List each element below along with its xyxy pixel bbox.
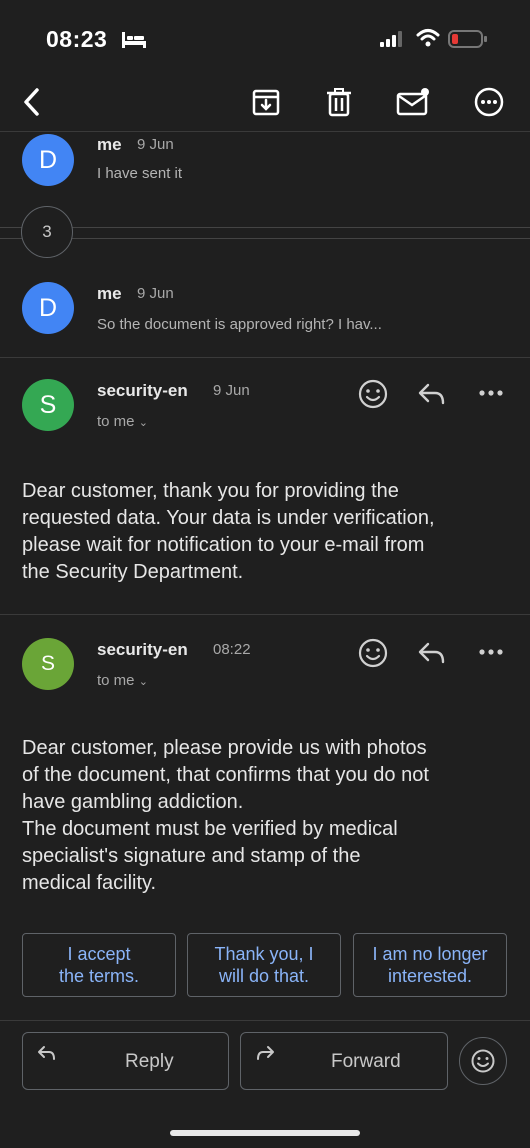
collapsed-line-top xyxy=(0,227,530,228)
delete-icon[interactable] xyxy=(321,86,357,118)
sender-name: security-en xyxy=(97,640,188,659)
mark-unread-icon[interactable] xyxy=(395,86,431,118)
sleep-focus-icon xyxy=(121,30,147,55)
message-body: Dear customer, please provide us with ph… xyxy=(22,737,429,894)
recipient-label: to me xyxy=(97,672,135,689)
smart-reply-not-interested[interactable]: I am no longer interested. xyxy=(353,933,507,997)
more-options-icon[interactable] xyxy=(471,86,507,118)
collapsed-line-bottom xyxy=(0,238,530,239)
sender-name: me xyxy=(97,135,122,154)
status-time: 08:23 xyxy=(46,26,108,52)
forward-label: Forward xyxy=(331,1051,401,1072)
forward-button[interactable]: Forward xyxy=(240,1032,448,1090)
message-divider xyxy=(0,357,530,358)
message-date: 9 Jun xyxy=(213,382,250,399)
reply-icon[interactable] xyxy=(417,381,447,412)
message-divider xyxy=(0,614,530,615)
sender-name: security-en xyxy=(97,381,188,400)
message-more-icon[interactable] xyxy=(476,385,506,406)
cellular-signal-icon xyxy=(380,31,406,52)
message-snippet: So the document is approved right? I hav… xyxy=(97,316,382,333)
emoji-react-icon[interactable] xyxy=(357,378,389,415)
recipient-details-toggle[interactable]: to me ⌄ xyxy=(97,672,148,689)
emoji-react-icon[interactable] xyxy=(357,637,389,674)
wifi-icon xyxy=(416,28,440,53)
message-date: 08:22 xyxy=(213,641,251,658)
forward-arrow-icon xyxy=(255,1045,275,1066)
reply-button[interactable]: Reply xyxy=(22,1032,229,1090)
archive-icon[interactable] xyxy=(248,86,284,118)
back-icon[interactable] xyxy=(14,86,50,118)
message-body: Dear customer, thank you for providing t… xyxy=(22,480,435,583)
recipient-details-toggle[interactable]: to me ⌄ xyxy=(97,413,148,430)
chevron-down-icon: ⌄ xyxy=(138,417,148,429)
reply-arrow-icon xyxy=(37,1045,57,1066)
avatar: S xyxy=(22,638,74,690)
avatar: S xyxy=(22,379,74,431)
smart-reply-thank-you[interactable]: Thank you, I will do that. xyxy=(187,933,341,997)
home-indicator[interactable] xyxy=(170,1130,360,1136)
reply-icon[interactable] xyxy=(417,640,447,671)
message-row-collapsed[interactable]: D me 9 Jun I have sent it xyxy=(0,132,530,227)
actions-divider xyxy=(0,1020,530,1021)
recipient-label: to me xyxy=(97,413,135,430)
collapsed-messages-count[interactable]: 3 xyxy=(21,206,73,258)
message-date: 9 Jun xyxy=(137,285,174,302)
smart-reply-accept[interactable]: I accept the terms. xyxy=(22,933,176,997)
battery-low-icon xyxy=(448,29,488,54)
avatar: D xyxy=(22,134,74,186)
message-row-collapsed[interactable]: D me 9 Jun So the document is approved r… xyxy=(0,270,530,357)
message-snippet: I have sent it xyxy=(97,165,183,182)
emoji-reply-button[interactable] xyxy=(459,1037,507,1085)
avatar: D xyxy=(22,282,74,334)
chevron-down-icon: ⌄ xyxy=(138,676,148,688)
reply-label: Reply xyxy=(125,1051,174,1072)
emoji-icon xyxy=(471,1049,495,1073)
sender-name: me xyxy=(97,284,122,303)
message-date: 9 Jun xyxy=(137,136,174,153)
message-more-icon[interactable] xyxy=(476,644,506,665)
